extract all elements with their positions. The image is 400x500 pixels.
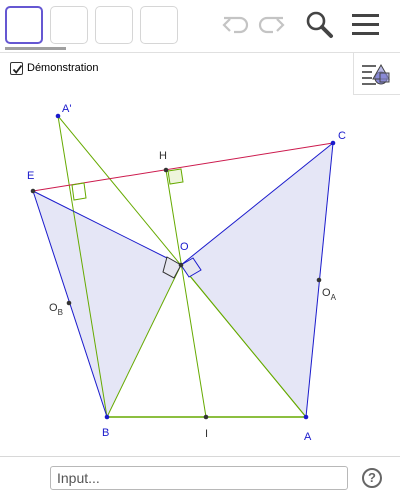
point-B <box>104 414 110 420</box>
right-angle-marker-1 <box>71 182 87 201</box>
line-H-I <box>165 169 207 418</box>
point-OA <box>316 277 322 283</box>
point-OB <box>66 300 72 306</box>
point-E <box>30 188 36 194</box>
label-OB: OB <box>49 302 63 317</box>
menu-icon[interactable] <box>349 8 383 42</box>
label-C: C <box>338 130 346 142</box>
tool-button-4[interactable] <box>140 6 178 44</box>
style-bar-icon <box>362 63 390 85</box>
point-I <box>203 414 209 420</box>
algebra-input[interactable] <box>50 466 348 490</box>
label-Aprime: A' <box>62 103 71 115</box>
point-Aprime <box>55 113 61 119</box>
right-angle-marker-H <box>167 168 184 185</box>
label-B: B <box>102 427 109 439</box>
label-OA: OA <box>322 287 337 302</box>
demonstration-label: Démonstration <box>27 62 99 74</box>
label-E: E <box>27 170 34 182</box>
point-C <box>330 140 336 146</box>
undo-icon[interactable] <box>219 8 253 42</box>
checkmark-icon <box>12 64 23 74</box>
tool-button-1[interactable] <box>5 6 43 44</box>
point-O <box>178 262 184 268</box>
input-bar: ? <box>0 456 400 500</box>
toolbar <box>0 0 400 53</box>
redo-icon[interactable] <box>254 8 288 42</box>
style-bar-button[interactable] <box>353 53 400 95</box>
point-H <box>163 167 169 173</box>
label-A: A <box>304 431 312 443</box>
label-H: H <box>159 150 167 162</box>
point-A <box>303 414 309 420</box>
selected-tool-indicator <box>5 47 66 50</box>
demonstration-checkbox[interactable] <box>10 62 23 75</box>
tool-button-3[interactable] <box>95 6 133 44</box>
graphics-view[interactable]: A' C H E O OB OA B I A <box>0 53 400 456</box>
search-icon[interactable] <box>302 8 336 42</box>
help-icon[interactable]: ? <box>362 468 382 488</box>
label-O: O <box>180 241 189 253</box>
tool-button-2[interactable] <box>50 6 88 44</box>
label-I: I <box>205 428 208 440</box>
